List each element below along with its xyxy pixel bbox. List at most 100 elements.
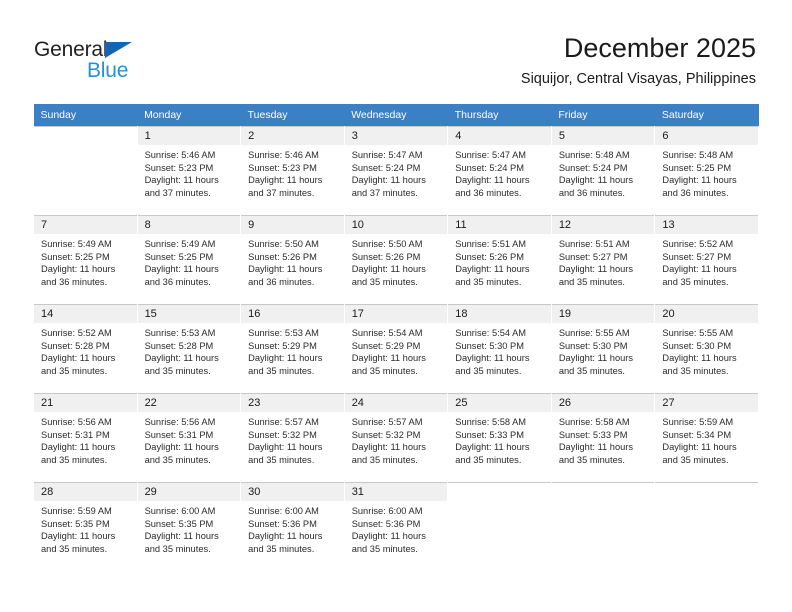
page-subtitle: Siquijor, Central Visayas, Philippines xyxy=(520,71,756,87)
day-number: 24 xyxy=(344,394,448,412)
calendar-day-cell-empty xyxy=(33,126,138,216)
calendar-day-cell[interactable]: 4 Sunrise: 5:47 AM Sunset: 5:24 PM Daylig… xyxy=(447,126,552,216)
calendar-day-cell[interactable]: 12 Sunrise: 5:51 AM Sunset: 5:27 PM Dayli… xyxy=(550,215,656,305)
day-sun-details: Sunrise: 5:47 AM Sunset: 5:24 PM Dayligh… xyxy=(455,150,530,198)
calendar-week-row: 7 Sunrise: 5:49 AM Sunset: 5:25 PM Daylig… xyxy=(33,215,759,305)
day-sun-details: Sunrise: 5:49 AM Sunset: 5:25 PM Dayligh… xyxy=(41,239,116,287)
calendar-header-row: Sunday Monday Tuesday Wednesday Thursday Frid… xyxy=(33,104,759,127)
day-sun-details: Sunrise: 5:59 AM Sunset: 5:35 PM Dayligh… xyxy=(41,506,116,554)
day-number: 8 xyxy=(137,216,241,234)
day-number: 4 xyxy=(448,127,551,145)
calendar-day-cell[interactable]: 23 Sunrise: 5:57 AM Sunset: 5:32 PM Dayli… xyxy=(240,393,345,483)
day-number: 20 xyxy=(655,305,758,323)
day-sun-details: Sunrise: 6:00 AM Sunset: 5:36 PM Dayligh… xyxy=(351,506,426,554)
day-sun-details: Sunrise: 5:52 AM Sunset: 5:27 PM Dayligh… xyxy=(662,239,737,287)
day-sun-details: Sunrise: 5:58 AM Sunset: 5:33 PM Dayligh… xyxy=(455,417,530,465)
day-number: 16 xyxy=(241,305,344,323)
calendar-day-cell[interactable]: 26 Sunrise: 5:58 AM Sunset: 5:33 PM Dayli… xyxy=(550,393,656,483)
day-number: 19 xyxy=(551,305,655,323)
day-number: 12 xyxy=(551,216,655,234)
calendar-day-cell[interactable]: 21 Sunrise: 5:56 AM Sunset: 5:31 PM Dayli… xyxy=(33,393,138,483)
calendar-day-cell[interactable]: 30 Sunrise: 6:00 AM Sunset: 5:36 PM Dayli… xyxy=(240,482,345,572)
calendar-day-cell[interactable]: 31 Sunrise: 6:00 AM Sunset: 5:36 PM Dayli… xyxy=(343,482,449,572)
day-number: 2 xyxy=(241,127,344,145)
day-number: 5 xyxy=(551,127,655,145)
calendar-day-cell[interactable]: 10 Sunrise: 5:50 AM Sunset: 5:26 PM Dayli… xyxy=(343,215,449,305)
day-number: 18 xyxy=(448,305,551,323)
day-sun-details xyxy=(34,145,137,149)
day-number: 11 xyxy=(448,216,551,234)
weekday-header-monday: Monday xyxy=(137,104,241,127)
day-sun-details: Sunrise: 5:51 AM Sunset: 5:26 PM Dayligh… xyxy=(455,239,530,287)
weekday-header-wednesday: Wednesday xyxy=(344,104,448,127)
day-number: 1 xyxy=(137,127,241,145)
day-number: 22 xyxy=(137,394,241,412)
day-sun-details: Sunrise: 5:56 AM Sunset: 5:31 PM Dayligh… xyxy=(144,417,219,465)
calendar-day-cell[interactable]: 22 Sunrise: 5:56 AM Sunset: 5:31 PM Dayli… xyxy=(136,393,242,483)
day-sun-details: Sunrise: 5:47 AM Sunset: 5:24 PM Dayligh… xyxy=(351,150,426,198)
calendar-week-row: 1 Sunrise: 5:46 AM Sunset: 5:23 PM Daylig… xyxy=(33,126,759,216)
day-sun-details: Sunrise: 6:00 AM Sunset: 5:36 PM Dayligh… xyxy=(248,506,323,554)
day-sun-details: Sunrise: 5:55 AM Sunset: 5:30 PM Dayligh… xyxy=(558,328,634,376)
calendar-day-cell[interactable]: 7 Sunrise: 5:49 AM Sunset: 5:25 PM Daylig… xyxy=(33,215,138,305)
calendar-day-cell[interactable]: 1 Sunrise: 5:46 AM Sunset: 5:23 PM Daylig… xyxy=(136,126,242,216)
day-number: 17 xyxy=(344,305,448,323)
day-number: 13 xyxy=(655,216,758,234)
day-sun-details: Sunrise: 5:52 AM Sunset: 5:28 PM Dayligh… xyxy=(41,328,116,376)
calendar-day-cell[interactable]: 25 Sunrise: 5:58 AM Sunset: 5:33 PM Dayli… xyxy=(447,393,552,483)
calendar-day-cell[interactable]: 5 Sunrise: 5:48 AM Sunset: 5:24 PM Daylig… xyxy=(550,126,656,216)
day-number xyxy=(655,483,758,501)
calendar-day-cell[interactable]: 18 Sunrise: 5:54 AM Sunset: 5:30 PM Dayli… xyxy=(447,304,552,394)
day-number: 21 xyxy=(34,394,137,412)
weekday-header-sunday: Sunday xyxy=(33,104,138,127)
day-number: 25 xyxy=(448,394,551,412)
page-header: General Blue December 2025 Siquijor, Cen… xyxy=(0,0,792,100)
day-sun-details: Sunrise: 5:54 AM Sunset: 5:30 PM Dayligh… xyxy=(455,328,530,376)
logo-triangle-icon xyxy=(105,42,132,58)
calendar-day-cell[interactable]: 16 Sunrise: 5:53 AM Sunset: 5:29 PM Dayli… xyxy=(240,304,345,394)
day-number: 28 xyxy=(34,483,137,501)
day-number: 7 xyxy=(34,216,137,234)
weekday-header-friday: Friday xyxy=(551,104,655,127)
day-sun-details: Sunrise: 5:53 AM Sunset: 5:28 PM Dayligh… xyxy=(144,328,219,376)
calendar-week-row: 14 Sunrise: 5:52 AM Sunset: 5:28 PM Dayli… xyxy=(33,304,759,394)
day-sun-details xyxy=(448,501,551,505)
calendar-day-cell[interactable]: 27 Sunrise: 5:59 AM Sunset: 5:34 PM Dayli… xyxy=(654,393,759,483)
calendar-day-cell[interactable]: 29 Sunrise: 6:00 AM Sunset: 5:35 PM Dayli… xyxy=(136,482,242,572)
calendar-day-cell[interactable]: 9 Sunrise: 5:50 AM Sunset: 5:26 PM Daylig… xyxy=(240,215,345,305)
day-number: 27 xyxy=(655,394,758,412)
calendar-day-cell[interactable]: 2 Sunrise: 5:46 AM Sunset: 5:23 PM Daylig… xyxy=(240,126,345,216)
page-title: December 2025 xyxy=(563,33,756,63)
calendar-day-cell[interactable]: 8 Sunrise: 5:49 AM Sunset: 5:25 PM Daylig… xyxy=(136,215,242,305)
general-blue-logo: General Blue xyxy=(34,38,164,83)
day-number xyxy=(551,483,655,501)
day-number: 10 xyxy=(344,216,448,234)
calendar-day-cell[interactable]: 20 Sunrise: 5:55 AM Sunset: 5:30 PM Dayli… xyxy=(654,304,759,394)
day-sun-details: Sunrise: 5:58 AM Sunset: 5:33 PM Dayligh… xyxy=(558,417,634,465)
calendar-day-cell[interactable]: 24 Sunrise: 5:57 AM Sunset: 5:32 PM Dayli… xyxy=(343,393,449,483)
day-number: 14 xyxy=(34,305,137,323)
calendar-day-cell[interactable]: 3 Sunrise: 5:47 AM Sunset: 5:24 PM Daylig… xyxy=(343,126,449,216)
calendar-day-cell-empty xyxy=(447,482,552,572)
day-sun-details: Sunrise: 5:48 AM Sunset: 5:25 PM Dayligh… xyxy=(662,150,737,198)
calendar-day-cell[interactable]: 17 Sunrise: 5:54 AM Sunset: 5:29 PM Dayli… xyxy=(343,304,449,394)
day-sun-details: Sunrise: 5:50 AM Sunset: 5:26 PM Dayligh… xyxy=(351,239,426,287)
calendar-day-cell[interactable]: 6 Sunrise: 5:48 AM Sunset: 5:25 PM Daylig… xyxy=(654,126,759,216)
calendar-day-cell[interactable]: 28 Sunrise: 5:59 AM Sunset: 5:35 PM Dayli… xyxy=(33,482,138,572)
weekday-header-saturday: Saturday xyxy=(654,104,759,127)
day-sun-details: Sunrise: 5:50 AM Sunset: 5:26 PM Dayligh… xyxy=(248,239,323,287)
calendar-body: 1 Sunrise: 5:46 AM Sunset: 5:23 PM Daylig… xyxy=(33,126,759,572)
day-sun-details: Sunrise: 5:57 AM Sunset: 5:32 PM Dayligh… xyxy=(248,417,323,465)
day-number: 6 xyxy=(655,127,758,145)
day-number xyxy=(34,127,137,145)
day-number xyxy=(448,483,551,501)
calendar-week-row: 28 Sunrise: 5:59 AM Sunset: 5:35 PM Dayli… xyxy=(33,482,759,572)
weekday-header-tuesday: Tuesday xyxy=(240,104,345,127)
calendar-week-row: 21 Sunrise: 5:56 AM Sunset: 5:31 PM Dayli… xyxy=(33,393,759,483)
calendar-day-cell[interactable]: 19 Sunrise: 5:55 AM Sunset: 5:30 PM Dayli… xyxy=(550,304,656,394)
calendar-day-cell[interactable]: 11 Sunrise: 5:51 AM Sunset: 5:26 PM Dayli… xyxy=(447,215,552,305)
calendar-day-cell[interactable]: 13 Sunrise: 5:52 AM Sunset: 5:27 PM Dayli… xyxy=(654,215,759,305)
calendar-day-cell[interactable]: 15 Sunrise: 5:53 AM Sunset: 5:28 PM Dayli… xyxy=(136,304,242,394)
day-sun-details: Sunrise: 6:00 AM Sunset: 5:35 PM Dayligh… xyxy=(144,506,219,554)
calendar-day-cell[interactable]: 14 Sunrise: 5:52 AM Sunset: 5:28 PM Dayli… xyxy=(33,304,138,394)
